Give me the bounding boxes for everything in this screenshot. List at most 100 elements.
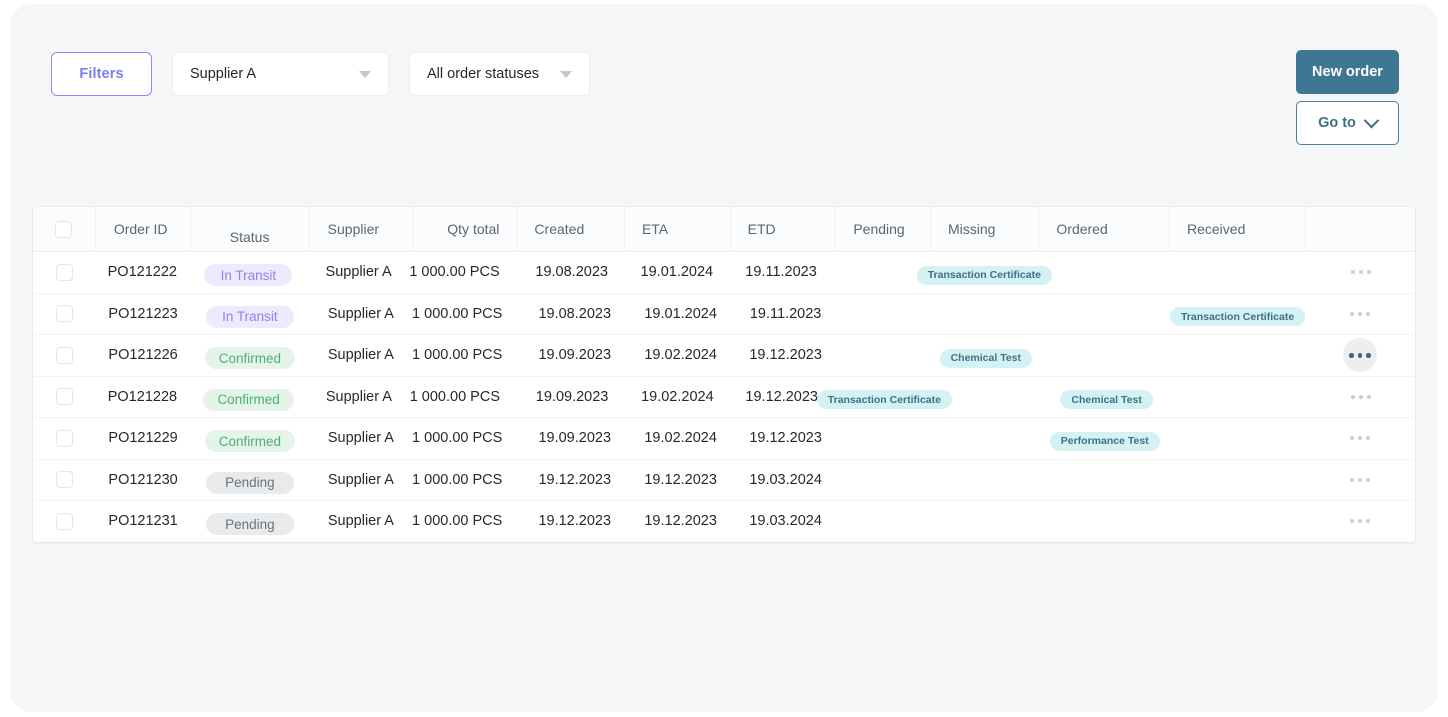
- row-select-cell[interactable]: [33, 501, 96, 542]
- cell-actions: [1305, 294, 1415, 335]
- cell-missing: [932, 294, 1040, 335]
- status-badge: Confirmed: [204, 347, 296, 370]
- cell-received: [1171, 252, 1306, 293]
- row-more-actions-icon[interactable]: [1344, 255, 1378, 289]
- cell-eta: 19.01.2024: [640, 264, 714, 281]
- header-etd[interactable]: ETD: [731, 207, 837, 251]
- cell-supplier: Supplier A: [327, 305, 394, 322]
- row-select-cell[interactable]: [33, 418, 96, 459]
- row-checkbox[interactable]: [56, 471, 74, 489]
- cell-pending: Transaction Certificate: [816, 377, 952, 418]
- cell-pending: [833, 252, 926, 293]
- table-row[interactable]: PO121229 Confirmed Supplier A 1 000.00 PCS 1…: [33, 418, 1415, 460]
- header-pending[interactable]: Pending: [836, 207, 931, 251]
- cell-status: Confirmed: [189, 377, 308, 418]
- header-supplier[interactable]: Supplier: [310, 207, 413, 251]
- document-chip[interactable]: Performance Test: [1049, 431, 1160, 451]
- cell-created: 19.12.2023: [538, 471, 612, 488]
- header-missing[interactable]: Missing: [931, 207, 1040, 251]
- table-row[interactable]: PO121226 Confirmed Supplier A 1 000.00 PCS 1…: [33, 335, 1415, 377]
- header-select-all[interactable]: [33, 207, 96, 251]
- supplier-select-value: Supplier A: [190, 66, 257, 82]
- cell-missing: [932, 460, 1040, 501]
- cell-supplier: Supplier A: [327, 347, 394, 364]
- toolbar: Filters Supplier A All order statuses Ne…: [10, 4, 1438, 194]
- header-status[interactable]: Status: [191, 207, 310, 251]
- cell-actions: [1306, 252, 1415, 293]
- row-select-cell[interactable]: [33, 460, 96, 501]
- row-checkbox[interactable]: [56, 305, 74, 323]
- cell-actions: [1305, 501, 1415, 542]
- row-more-actions-icon[interactable]: [1343, 463, 1377, 497]
- row-select-cell[interactable]: [33, 294, 96, 335]
- table-row[interactable]: PO121231 Pending Supplier A 1 000.00 PCS 19.…: [33, 501, 1415, 542]
- row-checkbox[interactable]: [56, 512, 74, 530]
- select-all-checkbox[interactable]: [55, 220, 73, 238]
- row-checkbox[interactable]: [56, 429, 74, 447]
- document-chip[interactable]: Transaction Certificate: [816, 390, 952, 410]
- document-chip[interactable]: Chemical Test: [939, 348, 1033, 368]
- cell-pending: [838, 418, 932, 459]
- cell-supplier: Supplier A: [325, 388, 392, 405]
- cell-actions: [1305, 335, 1415, 376]
- status-badge: In Transit: [205, 305, 294, 328]
- document-chip[interactable]: Transaction Certificate: [1169, 307, 1306, 327]
- cell-received: [1171, 377, 1306, 418]
- header-qty-total[interactable]: Qty total: [413, 207, 518, 251]
- cell-eta: 19.12.2023: [644, 471, 717, 488]
- table-row[interactable]: PO121222 In Transit Supplier A 1 000.00 PCS…: [33, 252, 1415, 294]
- order-status-select-value: All order statuses: [427, 66, 540, 82]
- row-select-cell[interactable]: [33, 377, 96, 418]
- chevron-down-icon: [560, 70, 572, 78]
- header-order-id[interactable]: Order ID: [96, 207, 191, 251]
- cell-order-id: PO121223: [108, 305, 178, 322]
- cell-received: [1170, 460, 1306, 501]
- row-select-cell[interactable]: [33, 335, 96, 376]
- table-row[interactable]: PO121230 Pending Supplier A 1 000.00 PCS 19.…: [33, 459, 1415, 501]
- cell-supplier: Supplier A: [325, 264, 392, 281]
- chevron-down-icon: [359, 70, 371, 78]
- row-checkbox[interactable]: [56, 346, 74, 364]
- cell-received: Transaction Certificate: [1169, 294, 1306, 335]
- cell-eta: 19.01.2024: [644, 305, 717, 322]
- row-more-actions-icon[interactable]: [1343, 338, 1378, 373]
- cell-pending: [838, 335, 932, 376]
- document-chip[interactable]: Chemical Test: [1060, 390, 1153, 410]
- order-status-select[interactable]: All order statuses: [409, 52, 590, 96]
- cell-created: 19.08.2023: [538, 305, 612, 322]
- cell-order-id: PO121226: [108, 347, 178, 364]
- app-shell: Filters Supplier A All order statuses Ne…: [10, 4, 1438, 712]
- row-more-actions-icon[interactable]: [1343, 297, 1377, 331]
- document-chip[interactable]: Transaction Certificate: [916, 265, 1052, 285]
- cell-etd: 19.11.2023: [749, 305, 822, 322]
- header-eta[interactable]: ETA: [625, 207, 731, 251]
- header-received[interactable]: Received: [1170, 207, 1307, 251]
- cell-missing: Transaction Certificate: [916, 252, 1052, 293]
- row-checkbox[interactable]: [55, 388, 73, 406]
- cell-ordered: [1040, 460, 1170, 501]
- row-more-actions-icon[interactable]: [1343, 421, 1377, 455]
- row-more-actions-icon[interactable]: [1343, 504, 1377, 538]
- table-header-row: Order ID Status Supplier Qty total Creat…: [33, 207, 1415, 252]
- filters-button[interactable]: Filters: [51, 52, 152, 96]
- cell-status: Confirmed: [190, 335, 310, 376]
- row-select-cell[interactable]: [33, 252, 96, 293]
- cell-received: [1170, 418, 1306, 459]
- cell-created: 19.12.2023: [538, 513, 612, 530]
- cell-received: [1170, 501, 1306, 542]
- row-more-actions-icon[interactable]: [1344, 380, 1378, 414]
- cell-supplier: Supplier A: [327, 513, 394, 530]
- go-to-button[interactable]: Go to: [1296, 101, 1399, 145]
- new-order-button-label: New order: [1312, 64, 1383, 80]
- header-ordered[interactable]: Ordered: [1039, 207, 1170, 251]
- header-created[interactable]: Created: [517, 207, 625, 251]
- table-row[interactable]: PO121228 Confirmed Supplier A 1 000.00 PCS 1…: [33, 376, 1415, 418]
- row-checkbox[interactable]: [55, 263, 73, 281]
- cell-order-id: PO121229: [108, 430, 178, 447]
- cell-created: 19.08.2023: [535, 264, 608, 281]
- supplier-select[interactable]: Supplier A: [172, 52, 389, 96]
- cell-qty-total: 1 000.00 PCS: [412, 347, 503, 364]
- table-row[interactable]: PO121223 In Transit Supplier A 1 000.00 PCS…: [33, 293, 1415, 335]
- new-order-button[interactable]: New order: [1296, 50, 1399, 94]
- cell-ordered: [1040, 501, 1170, 542]
